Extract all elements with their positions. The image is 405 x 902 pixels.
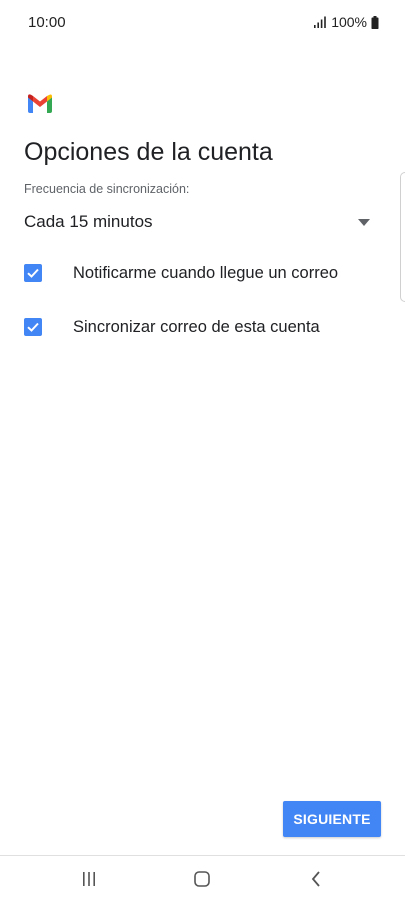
home-button[interactable] xyxy=(190,868,214,890)
dropdown-arrow-icon xyxy=(358,218,370,226)
status-bar: 10:00 100% xyxy=(0,0,405,46)
home-icon xyxy=(194,871,210,887)
screen: 10:00 100% Opciones de la cuenta Frecuen… xyxy=(0,0,405,902)
signal-icon xyxy=(314,16,326,28)
back-icon xyxy=(311,871,320,887)
navigation-bar xyxy=(0,856,405,902)
sync-frequency-dropdown[interactable]: Cada 15 minutos xyxy=(24,206,376,238)
next-button[interactable]: SIGUIENTE xyxy=(283,801,381,837)
status-indicators: 100% xyxy=(313,14,379,30)
page-title: Opciones de la cuenta xyxy=(24,138,273,166)
gmail-logo xyxy=(28,94,52,113)
sync-mail-checkbox[interactable] xyxy=(24,318,42,336)
back-button[interactable] xyxy=(304,868,328,890)
notify-new-mail-checkbox[interactable] xyxy=(24,264,42,282)
checkmark-icon xyxy=(27,322,39,332)
notify-new-mail-option[interactable]: Notificarme cuando llegue un correo xyxy=(24,258,384,288)
status-time: 10:00 xyxy=(28,14,66,31)
notify-new-mail-label: Notificarme cuando llegue un correo xyxy=(73,263,339,282)
sync-mail-option[interactable]: Sincronizar correo de esta cuenta xyxy=(24,312,384,342)
battery-percentage: 100% xyxy=(331,14,367,30)
recents-icon xyxy=(83,872,95,886)
sync-frequency-value: Cada 15 minutos xyxy=(24,212,153,231)
recents-button[interactable] xyxy=(77,868,101,890)
sync-mail-label: Sincronizar correo de esta cuenta xyxy=(73,317,320,336)
battery-icon xyxy=(371,15,379,29)
checkmark-icon xyxy=(27,268,39,278)
sync-frequency-label: Frecuencia de sincronización: xyxy=(24,182,190,196)
edge-panel-handle[interactable] xyxy=(400,172,405,302)
